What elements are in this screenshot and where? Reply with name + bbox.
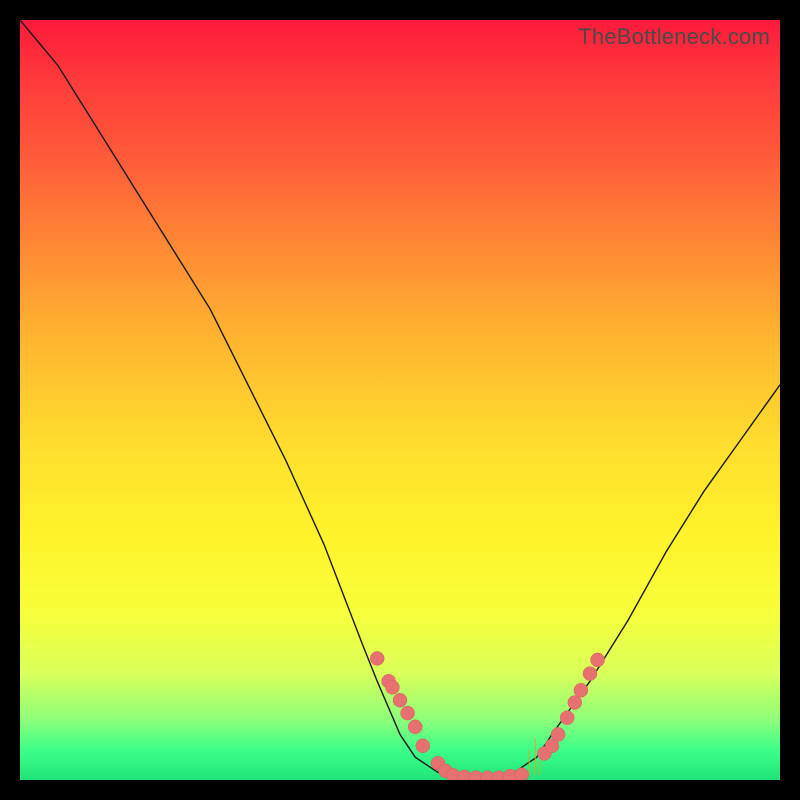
curve-layer [20,20,780,780]
marker-dot [408,720,422,734]
marker-dot [583,667,597,681]
marker-dot [574,683,588,697]
marker-dot [416,739,430,753]
bottleneck-curve-svg [20,20,780,780]
marker-dot [551,727,565,741]
marker-dot [385,680,399,694]
marker-dot [591,653,605,667]
chart-frame: TheBottleneck.com [0,0,800,800]
plot-area: TheBottleneck.com [20,20,780,780]
marker-dot [560,711,574,725]
marker-dot [393,693,407,707]
marker-dot [515,768,529,780]
bottleneck-curve [20,20,780,780]
marker-dots [370,651,604,780]
marker-dot [568,696,582,710]
marker-dot [401,706,415,720]
marker-dot [370,651,384,665]
